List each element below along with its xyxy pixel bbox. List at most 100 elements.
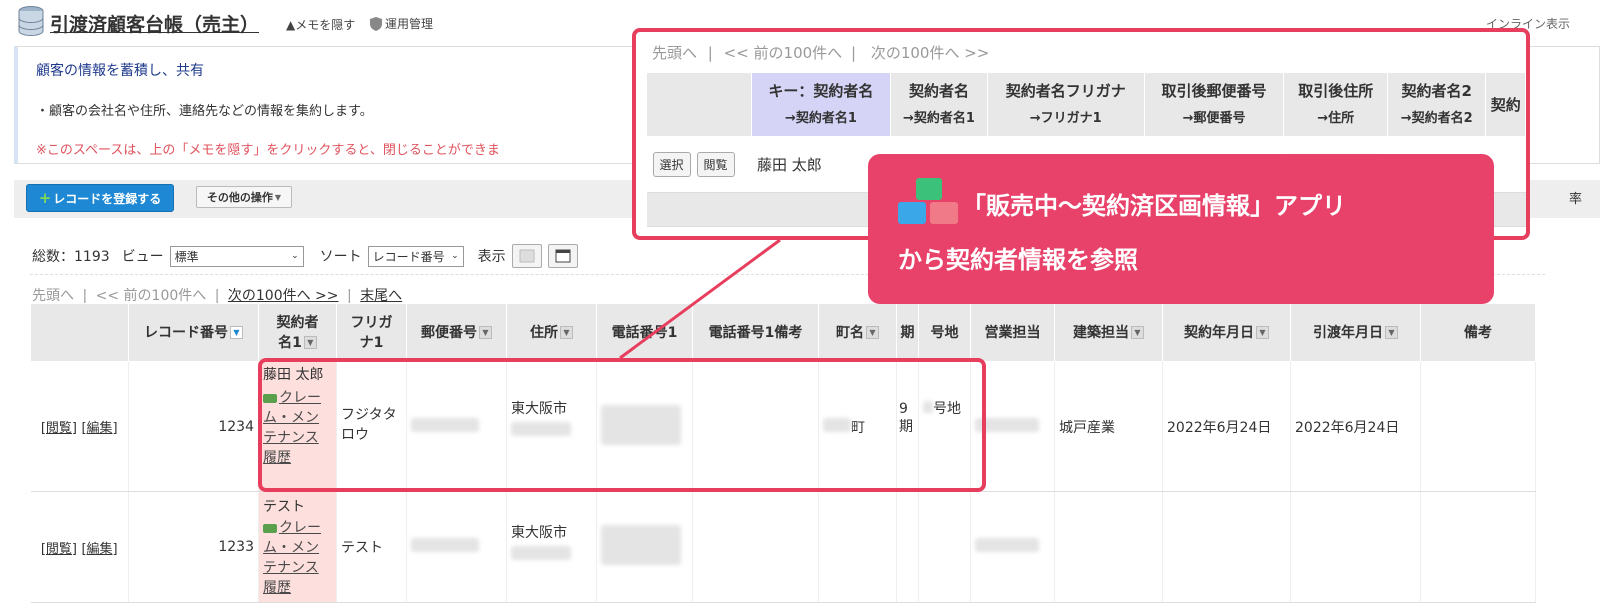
handover-date-cell: 2022年6月24日 <box>1290 361 1421 492</box>
col-address[interactable]: 住所 ▼ <box>506 303 597 362</box>
col-contract-date[interactable]: 契約年月日 ▼ <box>1162 303 1291 362</box>
pager-next-link[interactable]: 次の100件へ >> <box>228 288 339 304</box>
memo-line-1: ・顧客の会社名や住所、連絡先などの情報を集約します。 <box>36 104 373 119</box>
col-actions <box>30 303 129 362</box>
sort-icon[interactable]: ▼ <box>1131 326 1144 339</box>
col-label: 郵便番号 <box>421 324 477 341</box>
view-link[interactable]: [閲覧] <box>41 542 77 557</box>
view-link[interactable]: [閲覧] <box>41 421 77 436</box>
lookup-col-more: 契約 <box>1485 72 1526 137</box>
sort-select-value: レコード番号 <box>372 249 445 264</box>
col-label: 取引後郵便番号 <box>1161 81 1267 100</box>
col-builder[interactable]: 建築担当 ▼ <box>1054 303 1163 362</box>
sort-icon[interactable]: ▼ <box>866 326 879 339</box>
col-label: レコード番号 <box>144 324 228 341</box>
col-sub: →契約者名2 <box>1400 110 1473 126</box>
pager-sep: | <box>346 288 352 304</box>
lookup-col-actions <box>646 72 752 137</box>
lookup-col-name: 契約者名 →契約者名1 <box>890 72 988 137</box>
table-row: [閲覧] [編集] 1233 テスト クレーム・メンテナンス履歴 テスト 東大阪… <box>30 491 1536 603</box>
redacted-value <box>975 538 1039 552</box>
sort-select[interactable]: レコード番号 ⌄ <box>367 245 464 267</box>
memo-line-2: ※このスペースは、上の「メモを隠す」をクリックすると、閉じることができま <box>36 143 500 158</box>
col-label: 契約者名フリガナ <box>1005 81 1126 100</box>
sort-label: ソート <box>319 249 362 265</box>
contractor-name: テスト <box>263 499 305 515</box>
chevron-down-icon: ⌄ <box>451 251 459 261</box>
col-sub: →契約者名1 <box>903 110 975 126</box>
pager-last-link[interactable]: 末尾へ <box>360 288 402 304</box>
other-operations-button[interactable]: その他の操作 ▼ <box>196 186 292 208</box>
period-cell <box>896 491 919 603</box>
toolbar-right-link[interactable]: 率 <box>1569 188 1582 207</box>
col-label: ナ1 <box>359 334 384 351</box>
sort-icon[interactable]: ▼ <box>1256 326 1269 339</box>
app-title[interactable]: 引渡済顧客台帳（売主） <box>50 10 259 37</box>
register-record-button[interactable]: + レコードを登録する <box>26 184 174 212</box>
pager-sep: | <box>850 44 857 62</box>
callout-box: 「販売中〜契約済区画情報」アプリ から契約者情報を参照 <box>868 154 1494 304</box>
popup-pager-prev: << 前の100件へ <box>723 44 843 62</box>
col-record-no[interactable]: レコード番号 ▼ <box>128 303 259 362</box>
col-label: 名1 <box>278 334 302 351</box>
lookup-col-name2: 契約者名2 →契約者名2 <box>1387 72 1487 137</box>
truck-icon <box>263 523 277 533</box>
pager-first: 先頭へ <box>32 288 74 304</box>
contract-date-cell: 2022年6月24日 <box>1162 361 1291 492</box>
sort-icon[interactable]: ▼ <box>479 326 492 339</box>
col-phone-note: 電話番号1備考 <box>692 303 819 362</box>
highlight-frame <box>258 358 986 492</box>
popup-pager-first: 先頭へ <box>652 44 698 62</box>
col-period: 期 <box>896 303 919 362</box>
handover-date-cell <box>1290 491 1421 603</box>
sort-icon[interactable]: ▼ <box>230 326 243 339</box>
lookup-col-furigana: 契約者名フリガナ →フリガナ1 <box>986 72 1145 137</box>
select-button[interactable]: 選択 <box>652 152 691 177</box>
col-name[interactable]: 契約者 名1 ▼ <box>258 303 337 362</box>
pager: 先頭へ | << 前の100件へ | 次の100件へ >> | 末尾へ <box>32 285 402 305</box>
register-record-label: レコードを登録する <box>53 191 162 206</box>
col-lot: 号地 <box>918 303 971 362</box>
redacted-value <box>411 538 479 552</box>
sort-icon[interactable]: ▼ <box>560 326 573 339</box>
col-furigana: フリガ ナ1 <box>336 303 407 362</box>
lookup-col-address: 取引後住所 →住所 <box>1283 72 1389 137</box>
edit-link[interactable]: [編集] <box>81 542 117 557</box>
shield-icon <box>370 16 382 31</box>
row-actions: [閲覧] [編集] <box>30 361 129 492</box>
col-handover-date[interactable]: 引渡年月日 ▼ <box>1290 303 1421 362</box>
col-town[interactable]: 町名 ▼ <box>818 303 897 362</box>
edit-link[interactable]: [編集] <box>81 421 117 436</box>
sort-icon[interactable]: ▼ <box>1385 326 1398 339</box>
callout-line-1: 「販売中〜契約済区画情報」アプリ <box>962 192 1346 220</box>
city-text: 東大阪市 <box>511 525 567 541</box>
view-select[interactable]: 標準 ⌄ <box>169 245 304 267</box>
pager-prev: << 前の100件へ <box>95 288 207 304</box>
list-controls: 総数：1193 ビュー 標準 ⌄ ソート レコード番号 ⌄ 表示 <box>32 244 578 268</box>
lot-cell <box>918 491 971 603</box>
grid-view-button[interactable] <box>511 244 542 268</box>
phone-note-cell <box>692 491 819 603</box>
notes-cell <box>1420 361 1536 492</box>
total-count: 総数：1193 <box>32 249 110 265</box>
record-no-cell: 1233 <box>128 491 259 603</box>
sort-icon[interactable]: ▼ <box>303 336 317 349</box>
plus-icon: + <box>38 189 52 207</box>
col-sub: →契約者名1 <box>784 110 857 126</box>
col-sub: →郵便番号 <box>1182 110 1246 126</box>
table-view-button[interactable] <box>547 244 578 268</box>
col-label: 引渡年月日 <box>1313 324 1383 341</box>
claim-history-link[interactable]: クレーム・メンテナンス履歴 <box>263 518 332 598</box>
lookup-row-actions: 選択 閲覧 <box>646 136 752 193</box>
builder-cell <box>1054 491 1163 603</box>
ops-management-link[interactable]: 運用管理 <box>370 15 433 32</box>
other-operations-label: その他の操作 <box>206 191 273 204</box>
hide-memo-link[interactable]: ▲メモを隠す <box>286 16 355 33</box>
view-select-value: 標準 <box>174 249 199 264</box>
col-postal[interactable]: 郵便番号 ▼ <box>406 303 507 362</box>
col-label: 契約者名2 <box>1401 81 1472 100</box>
postal-cell <box>406 491 507 603</box>
col-label: 契約者名 <box>908 81 969 100</box>
view-button[interactable]: 閲覧 <box>696 152 735 177</box>
popup-pager-next[interactable]: 次の100件へ >> <box>871 44 990 62</box>
